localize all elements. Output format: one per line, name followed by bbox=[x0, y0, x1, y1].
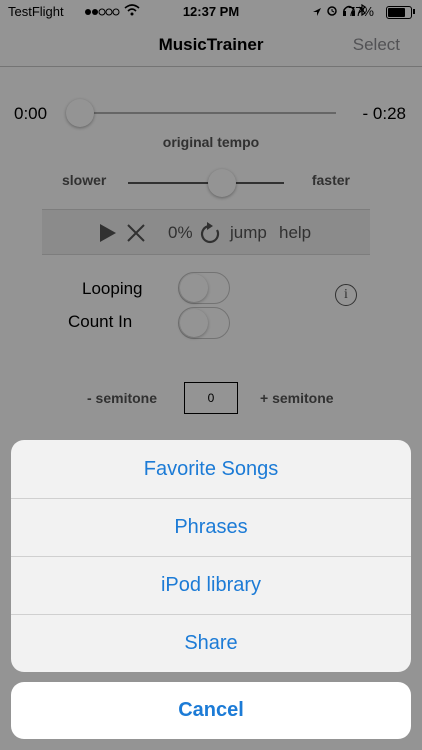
phrases-option[interactable]: Phrases bbox=[11, 498, 411, 557]
action-sheet: Favorite Songs Phrases iPod library Shar… bbox=[11, 440, 411, 672]
cancel-button[interactable]: Cancel bbox=[11, 682, 411, 739]
favorite-songs-option[interactable]: Favorite Songs bbox=[11, 440, 411, 499]
ipod-library-option[interactable]: iPod library bbox=[11, 556, 411, 615]
share-option[interactable]: Share bbox=[11, 614, 411, 672]
